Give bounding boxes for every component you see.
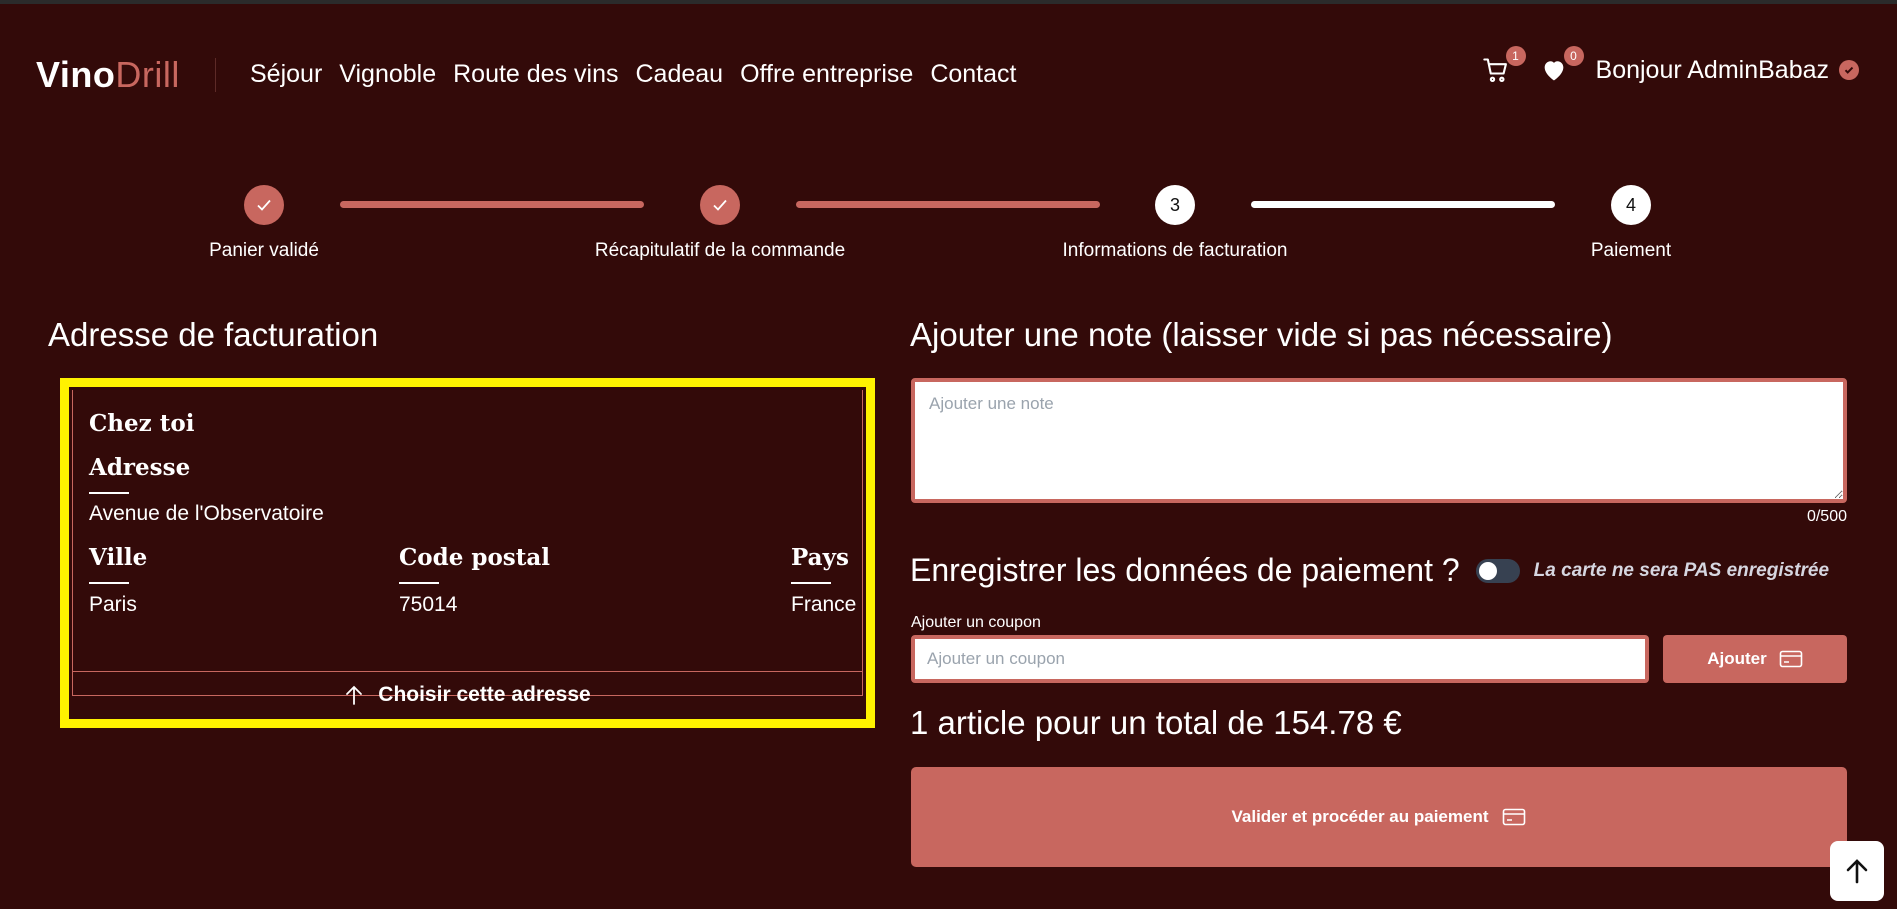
add-coupon-label: Ajouter bbox=[1707, 649, 1767, 668]
site-header: VinoDrill Séjour Vignoble Route des vins… bbox=[0, 4, 1897, 144]
credit-card-icon bbox=[1503, 808, 1526, 826]
address-value: Avenue de l'Observatoire bbox=[89, 502, 324, 525]
billing-heading: Adresse de facturation bbox=[48, 316, 379, 353]
main-nav: Séjour Vignoble Route des vins Cadeau Of… bbox=[250, 60, 1016, 89]
logo-part1: Vino bbox=[36, 54, 116, 95]
credit-card-icon bbox=[1779, 650, 1803, 668]
save-payment-toggle[interactable] bbox=[1475, 558, 1520, 583]
step-1-marker bbox=[244, 185, 284, 225]
nav-link-cadeau[interactable]: Cadeau bbox=[636, 60, 724, 89]
address-card[interactable]: Chez toi Adresse Avenue de l'Observatoir… bbox=[60, 378, 875, 728]
address-underline bbox=[89, 492, 129, 494]
checkmark-icon bbox=[713, 199, 727, 211]
country-title: Pays bbox=[791, 544, 849, 571]
postal-value: 75014 bbox=[399, 593, 458, 616]
country-value: France bbox=[791, 593, 857, 616]
coupon-input[interactable] bbox=[911, 635, 1649, 683]
step-connector-3 bbox=[1251, 201, 1555, 208]
coupon-label: Ajouter un coupon bbox=[911, 614, 1041, 631]
logo[interactable]: VinoDrill bbox=[36, 54, 180, 96]
arrow-up-icon bbox=[1846, 859, 1868, 884]
scroll-to-top-button[interactable] bbox=[1830, 841, 1884, 901]
country-underline bbox=[791, 582, 831, 584]
step-2-label: Récapitulatif de la commande bbox=[594, 240, 846, 261]
step-3-label: Informations de facturation bbox=[1062, 240, 1288, 261]
wishlist-button[interactable]: 0 bbox=[1538, 46, 1584, 86]
step-connector-2 bbox=[796, 201, 1100, 208]
note-heading: Ajouter une note (laisser vide si pas né… bbox=[910, 316, 1613, 353]
logo-part2: Drill bbox=[115, 54, 180, 95]
address-details: Chez toi Adresse Avenue de l'Observatoir… bbox=[72, 390, 863, 696]
nav-link-contact[interactable]: Contact bbox=[930, 60, 1016, 89]
cart-icon bbox=[1482, 58, 1507, 83]
step-3-marker: 3 bbox=[1155, 185, 1195, 225]
postal-underline bbox=[399, 582, 439, 584]
postal-title: Code postal bbox=[399, 544, 551, 571]
city-title: Ville bbox=[89, 544, 148, 571]
address-name: Chez toi bbox=[89, 410, 195, 437]
checkmark-icon bbox=[257, 199, 271, 211]
step-connector-1 bbox=[340, 201, 644, 208]
verified-icon bbox=[1839, 60, 1859, 80]
header-actions: 1 0 Bonjour AdminBabaz bbox=[1480, 46, 1859, 86]
order-total: 1 article pour un total de 154.78 € bbox=[910, 704, 1402, 741]
save-payment-label: Enregistrer les données de paiement ? bbox=[910, 552, 1460, 588]
nav-link-sejour[interactable]: Séjour bbox=[250, 60, 322, 89]
choose-address-button[interactable]: Choisir cette adresse bbox=[72, 671, 863, 718]
address-title: Adresse bbox=[89, 454, 191, 481]
step-1-label: Panier validé bbox=[209, 240, 319, 261]
heart-icon bbox=[1544, 61, 1563, 81]
proceed-to-payment-label: Valider et procéder au paiement bbox=[1231, 807, 1489, 826]
choose-address-label: Choisir cette adresse bbox=[378, 683, 591, 706]
proceed-to-payment-button[interactable]: Valider et procéder au paiement bbox=[911, 767, 1847, 867]
city-value: Paris bbox=[89, 593, 137, 616]
step-2-marker bbox=[700, 185, 740, 225]
toggle-knob bbox=[1478, 561, 1497, 580]
nav-link-vignoble[interactable]: Vignoble bbox=[339, 60, 436, 89]
nav-link-route-des-vins[interactable]: Route des vins bbox=[453, 60, 618, 89]
user-menu[interactable]: Bonjour AdminBabaz bbox=[1596, 56, 1859, 85]
nav-link-offre-entreprise[interactable]: Offre entreprise bbox=[740, 60, 913, 89]
city-underline bbox=[89, 582, 129, 584]
save-payment-note: La carte ne sera PAS enregistrée bbox=[1533, 559, 1830, 581]
save-payment-row: Enregistrer les données de paiement ? La… bbox=[910, 552, 1829, 589]
step-4-label: Paiement bbox=[1590, 240, 1672, 261]
step-4-marker: 4 bbox=[1611, 185, 1651, 225]
cart-button[interactable]: 1 bbox=[1480, 46, 1526, 86]
note-char-counter: 0/500 bbox=[1806, 508, 1847, 525]
user-greeting: Bonjour AdminBabaz bbox=[1595, 55, 1829, 84]
add-coupon-button[interactable]: Ajouter bbox=[1663, 635, 1847, 683]
note-textarea[interactable] bbox=[911, 378, 1847, 503]
cart-count-badge: 1 bbox=[1505, 46, 1526, 66]
wishlist-count-badge: 0 bbox=[1563, 46, 1584, 66]
logo-divider bbox=[215, 58, 216, 92]
arrow-up-icon bbox=[346, 685, 363, 705]
